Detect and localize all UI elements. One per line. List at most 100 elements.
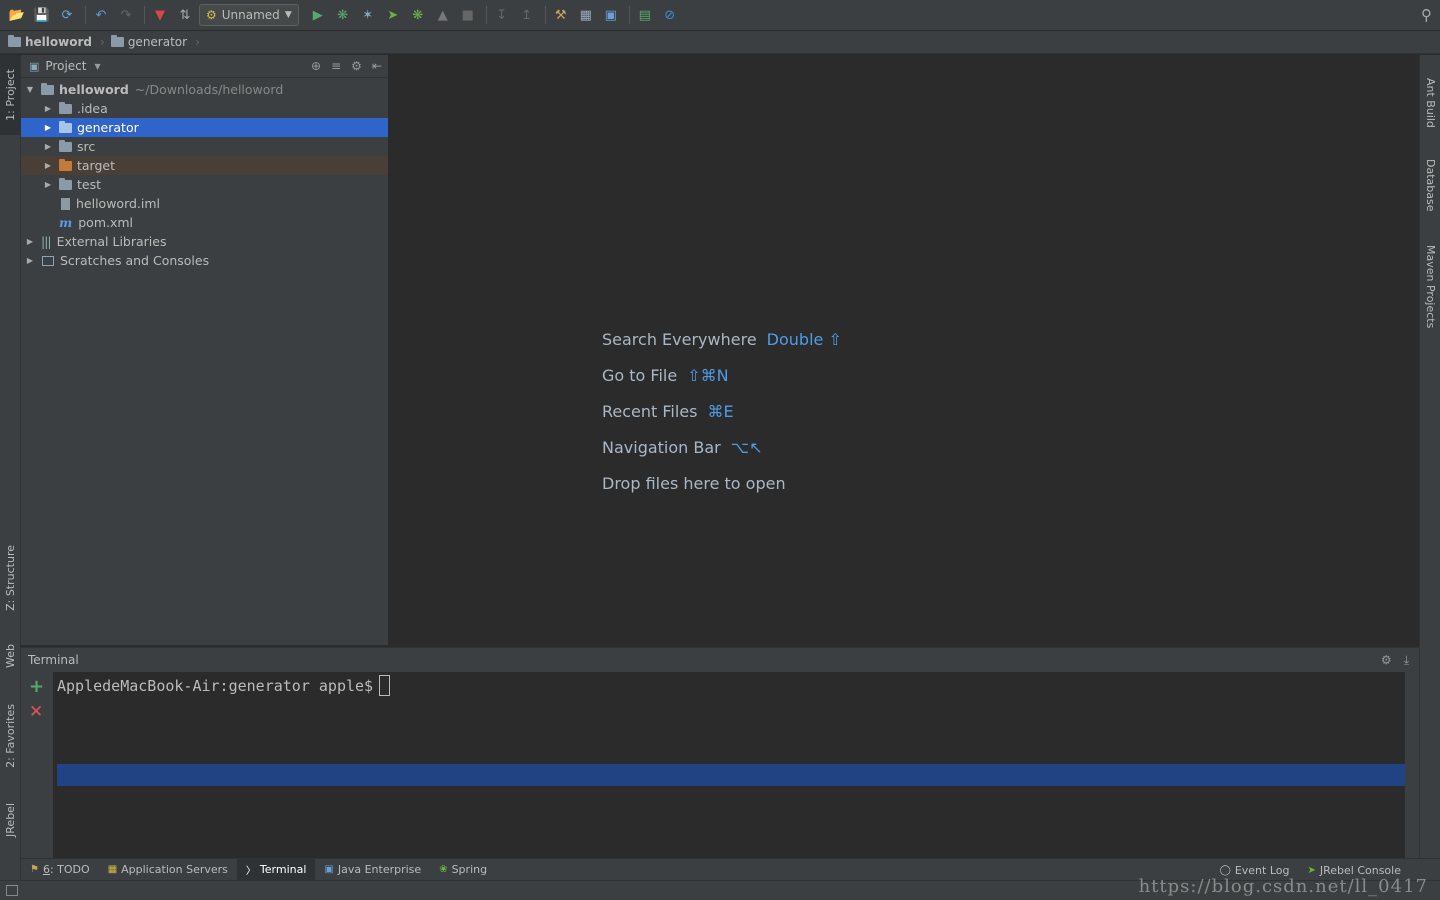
prompt-text: AppledeMacBook-Air:generator apple$ bbox=[57, 676, 374, 695]
sync-icon[interactable]: ⟳ bbox=[56, 4, 78, 26]
tab-structure-label: Z: Structure bbox=[4, 544, 17, 611]
node-label: test bbox=[77, 177, 102, 192]
tool-windows-toggle-icon[interactable] bbox=[6, 885, 18, 896]
tree-node-scratches[interactable]: ▶ Scratches and Consoles bbox=[21, 251, 388, 270]
run-config-label: Unnamed bbox=[221, 8, 280, 22]
tab-database[interactable]: Database bbox=[1420, 150, 1440, 220]
tab-database-label: Database bbox=[1424, 158, 1437, 212]
hint-recent-files: Recent Files ⌘E bbox=[602, 393, 842, 429]
gear-icon[interactable]: ⚙ bbox=[1381, 653, 1392, 668]
tree-node-external-libraries[interactable]: ▶ ||| External Libraries bbox=[21, 232, 388, 251]
debug-icon[interactable]: ❋ bbox=[332, 4, 354, 26]
hint-label: Drop files here to open bbox=[602, 473, 786, 493]
tab-ant-build[interactable]: Ant Build bbox=[1420, 65, 1440, 140]
breadcrumb-label: helloword bbox=[25, 35, 92, 49]
vcs-update-icon[interactable]: ↧ bbox=[491, 4, 513, 26]
locate-icon[interactable]: ⊕ bbox=[311, 59, 321, 73]
build-icon[interactable]: ▼ bbox=[149, 4, 171, 26]
terminal-body[interactable]: AppledeMacBook-Air:generator apple$ bbox=[53, 672, 1405, 858]
tab-spring[interactable]: ❀ Spring bbox=[430, 859, 496, 881]
terminal-prompt: AppledeMacBook-Air:generator apple$ bbox=[57, 675, 391, 696]
node-label: target bbox=[77, 158, 116, 173]
tree-node-iml[interactable]: helloword.iml bbox=[21, 194, 388, 213]
tab-web[interactable]: Web bbox=[0, 631, 21, 681]
hide-panel-icon[interactable]: ⤓ bbox=[1404, 653, 1409, 668]
gear-icon[interactable]: ⚙ bbox=[351, 59, 362, 73]
run-icon[interactable]: ▶ bbox=[307, 4, 329, 26]
breadcrumb-item-generator[interactable]: generator › bbox=[110, 35, 200, 49]
collapsed-arrow-icon[interactable]: ▶ bbox=[41, 142, 55, 151]
jrebel-debug-icon[interactable]: ❋ bbox=[407, 4, 429, 26]
new-session-icon[interactable]: + bbox=[29, 676, 44, 697]
tab-application-servers[interactable]: ▦ Application Servers bbox=[99, 859, 237, 881]
close-session-icon[interactable]: ✕ bbox=[29, 702, 43, 722]
tab-structure[interactable]: Z: Structure bbox=[0, 535, 21, 620]
hide-panel-icon[interactable]: ⇤ bbox=[372, 59, 382, 73]
collapsed-arrow-icon[interactable]: ▶ bbox=[41, 161, 55, 170]
breadcrumb-item-project[interactable]: helloword › bbox=[8, 35, 105, 49]
tree-node-generator[interactable]: ▶ generator bbox=[21, 118, 388, 137]
left-tool-strip: 1: Project Z: Structure Web 2: Favorites… bbox=[0, 55, 21, 880]
tab-favorites-label: 2: Favorites bbox=[4, 704, 17, 768]
node-label: pom.xml bbox=[78, 215, 134, 230]
tab-project[interactable]: 1: Project bbox=[0, 55, 21, 135]
collapsed-arrow-icon[interactable]: ▶ bbox=[41, 180, 55, 189]
project-structure-icon[interactable]: ▦ bbox=[575, 4, 597, 26]
server-icon: ▦ bbox=[107, 864, 118, 875]
tree-node-test[interactable]: ▶ test bbox=[21, 175, 388, 194]
vcs-commit-icon[interactable]: ↥ bbox=[516, 4, 538, 26]
node-label: helloword.iml bbox=[76, 196, 161, 211]
sdk-icon[interactable]: ▣ bbox=[600, 4, 622, 26]
tab-maven-label: Maven Projects bbox=[1424, 245, 1437, 329]
make-icon[interactable]: ⇅ bbox=[174, 4, 196, 26]
tab-maven-projects[interactable]: Maven Projects bbox=[1420, 237, 1440, 337]
tree-node-root[interactable]: ▼ helloword ~/Downloads/helloword bbox=[21, 80, 388, 99]
coverage-icon[interactable]: ✶ bbox=[357, 4, 379, 26]
tree-node-target[interactable]: ▶ target bbox=[21, 156, 388, 175]
hint-search-everywhere: Search Everywhere Double ⇧ bbox=[602, 321, 842, 357]
editor-area[interactable]: Search Everywhere Double ⇧ Go to File ⇧⌘… bbox=[390, 55, 1419, 645]
terminal-selection bbox=[57, 764, 1405, 786]
tab-todo-number: 6 bbox=[42, 863, 50, 876]
expanded-arrow-icon[interactable]: ▼ bbox=[23, 85, 37, 94]
breadcrumb-separator: › bbox=[100, 35, 105, 49]
profile-icon[interactable]: ▲ bbox=[432, 4, 454, 26]
terminal-sidebar: + ✕ bbox=[21, 672, 53, 858]
tab-java-enterprise[interactable]: ▣ Java Enterprise bbox=[315, 859, 430, 881]
hint-label: Recent Files bbox=[602, 401, 698, 421]
save-icon[interactable]: 💾 bbox=[31, 4, 53, 26]
tree-node-idea[interactable]: ▶ .idea bbox=[21, 99, 388, 118]
stop-icon[interactable]: ■ bbox=[457, 4, 479, 26]
chevron-down-icon: ▼ bbox=[284, 10, 292, 20]
forward-icon[interactable]: ↷ bbox=[115, 4, 137, 26]
collapse-all-icon[interactable]: ≡ bbox=[331, 59, 341, 73]
run-config-select[interactable]: ⚙ Unnamed ▼ bbox=[199, 4, 299, 26]
jrebel-run-icon[interactable]: ➤ bbox=[382, 4, 404, 26]
collapsed-arrow-icon[interactable]: ▶ bbox=[41, 123, 55, 132]
project-panel-title[interactable]: Project bbox=[45, 59, 86, 73]
tree-node-pom[interactable]: m pom.xml bbox=[21, 213, 388, 232]
tab-terminal[interactable]: 〉 Terminal bbox=[236, 858, 316, 881]
search-everywhere-icon[interactable]: ⚲ bbox=[1421, 6, 1432, 24]
settings-icon[interactable]: ⚒ bbox=[550, 4, 572, 26]
tree-node-src[interactable]: ▶ src bbox=[21, 137, 388, 156]
node-label: Scratches and Consoles bbox=[60, 253, 210, 268]
open-icon[interactable]: 📂 bbox=[6, 4, 28, 26]
project-panel: ▣ Project ▼ ⊕ ≡ ⚙ ⇤ ▼ helloword ~/Downlo… bbox=[21, 55, 389, 645]
tab-todo[interactable]: ⚑ 6: TODO bbox=[21, 859, 99, 881]
disabled-icon[interactable]: ⊘ bbox=[659, 4, 681, 26]
terminal-scrollbar[interactable] bbox=[1405, 672, 1419, 858]
toolbar-separator bbox=[85, 6, 86, 24]
tab-label: Terminal bbox=[259, 863, 307, 876]
terminal-cursor bbox=[379, 675, 391, 696]
hint-drop-files: Drop files here to open bbox=[602, 465, 842, 501]
collapsed-arrow-icon[interactable]: ▶ bbox=[23, 237, 37, 246]
event-icon[interactable]: ▤ bbox=[634, 4, 656, 26]
hint-shortcut: ⌘E bbox=[707, 401, 734, 421]
tab-favorites[interactable]: 2: Favorites bbox=[0, 691, 21, 781]
back-icon[interactable]: ↶ bbox=[90, 4, 112, 26]
collapsed-arrow-icon[interactable]: ▶ bbox=[23, 256, 37, 265]
chevron-down-icon[interactable]: ▼ bbox=[94, 62, 100, 71]
collapsed-arrow-icon[interactable]: ▶ bbox=[41, 104, 55, 113]
tab-jrebel[interactable]: JRebel bbox=[0, 790, 21, 850]
